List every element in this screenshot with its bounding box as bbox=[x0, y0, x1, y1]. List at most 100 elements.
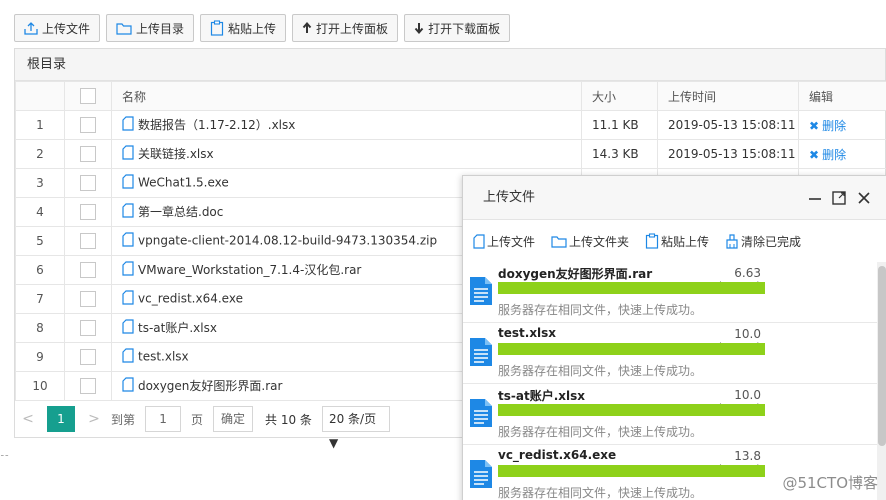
row-checkbox[interactable] bbox=[80, 204, 96, 220]
scrollbar-thumb[interactable] bbox=[878, 266, 886, 446]
file-icon bbox=[122, 145, 134, 163]
upload-list-scrollbar[interactable] bbox=[877, 262, 886, 500]
upload-directory-button[interactable]: 上传目录 bbox=[106, 14, 195, 42]
delete-link[interactable]: ✖ 删除 bbox=[809, 119, 846, 133]
row-name-cell[interactable]: 关联链接.xlsx bbox=[111, 139, 582, 169]
file-icon bbox=[122, 203, 134, 221]
row-checkbox[interactable] bbox=[80, 262, 96, 278]
header-name[interactable]: 名称 bbox=[111, 81, 582, 111]
upload-window-header[interactable]: 上传文件 bbox=[463, 176, 886, 220]
maximize-icon[interactable] bbox=[831, 190, 847, 206]
breadcrumb[interactable]: 根目录 bbox=[15, 49, 885, 81]
row-select[interactable] bbox=[64, 255, 112, 285]
folder-icon bbox=[551, 236, 567, 248]
paste-upload-button[interactable]: 粘贴上传 bbox=[200, 14, 287, 42]
upload-status-message: 服务器存在相同文件，快速上传成功。 bbox=[498, 486, 703, 500]
row-select[interactable] bbox=[64, 313, 112, 343]
arrow-up-icon bbox=[302, 22, 312, 33]
file-icon bbox=[122, 348, 134, 366]
row-select[interactable] bbox=[64, 371, 112, 401]
window-upload-folder-button[interactable]: 上传文件夹 bbox=[551, 233, 629, 250]
file-name[interactable]: 关联链接.xlsx bbox=[138, 147, 214, 161]
progress-fill bbox=[498, 404, 765, 416]
header-select-all[interactable] bbox=[64, 81, 112, 111]
next-page-button[interactable]: > bbox=[81, 411, 107, 427]
upload-item[interactable]: test.xlsx10.0 KB(100%)服务器存在相同文件，快速上传成功。 bbox=[463, 323, 886, 384]
header-edit: 编辑 bbox=[798, 81, 886, 111]
caret-down-icon: ▼ bbox=[328, 436, 339, 450]
page-size-value: 20 条/页 bbox=[328, 412, 377, 426]
progress-bar bbox=[498, 282, 765, 294]
goto-page-input[interactable]: 1 bbox=[145, 406, 182, 432]
row-select[interactable] bbox=[64, 342, 112, 372]
folder-icon bbox=[116, 23, 132, 35]
row-checkbox[interactable] bbox=[80, 291, 96, 307]
row-select[interactable] bbox=[64, 110, 112, 140]
open-upload-panel-button[interactable]: 打开上传面板 bbox=[292, 14, 399, 42]
upload-directory-label: 上传目录 bbox=[136, 21, 185, 36]
file-name[interactable]: vpngate-client-2014.08.12-build-9473.130… bbox=[138, 234, 437, 248]
upload-list: doxygen友好图形界面.rar6.63 MB(100%)服务器存在相同文件，… bbox=[463, 262, 886, 500]
file-name[interactable]: ts-at账户.xlsx bbox=[138, 321, 217, 335]
row-size: 11.1 KB bbox=[581, 110, 658, 140]
file-name[interactable]: VMware_Workstation_7.1.4-汉化包.rar bbox=[138, 263, 361, 277]
open-download-panel-button[interactable]: 打开下载面板 bbox=[404, 14, 511, 42]
row-select[interactable] bbox=[64, 168, 112, 198]
row-index: 3 bbox=[15, 168, 65, 198]
row-checkbox[interactable] bbox=[80, 175, 96, 191]
progress-fill bbox=[498, 282, 765, 294]
goto-label: 到第 bbox=[111, 412, 136, 427]
row-select[interactable] bbox=[64, 284, 112, 314]
file-icon bbox=[122, 319, 134, 337]
upload-file-button[interactable]: 上传文件 bbox=[14, 14, 101, 42]
window-upload-file-button[interactable]: 上传文件 bbox=[473, 233, 535, 250]
progress-fill bbox=[498, 465, 765, 477]
row-checkbox[interactable] bbox=[80, 349, 96, 365]
document-icon bbox=[470, 277, 492, 305]
row-name-cell[interactable]: 数据报告（1.17-2.12）.xlsx bbox=[111, 110, 582, 140]
window-paste-upload-button[interactable]: 粘贴上传 bbox=[645, 233, 709, 250]
row-select[interactable] bbox=[64, 197, 112, 227]
upload-status-message: 服务器存在相同文件，快速上传成功。 bbox=[498, 425, 703, 439]
upload-item[interactable]: doxygen友好图形界面.rar6.63 MB(100%)服务器存在相同文件，… bbox=[463, 262, 886, 323]
open-upload-panel-label: 打开上传面板 bbox=[316, 21, 389, 36]
table-row[interactable]: 2 关联链接.xlsx 14.3 KB 2019-05-13 15:08:11 ✖ 删除 bbox=[15, 139, 886, 169]
row-checkbox[interactable] bbox=[80, 117, 96, 133]
header-time[interactable]: 上传时间 bbox=[657, 81, 799, 111]
row-select[interactable] bbox=[64, 139, 112, 169]
row-select[interactable] bbox=[64, 226, 112, 256]
clear-completed-label: 清除已完成 bbox=[741, 234, 802, 249]
confirm-page-button[interactable]: 确定 bbox=[213, 406, 254, 432]
row-checkbox[interactable] bbox=[80, 320, 96, 336]
current-page-button[interactable]: 1 bbox=[47, 406, 75, 432]
file-name[interactable]: WeChat1.5.exe bbox=[138, 176, 229, 190]
watermark: @51CTO博客 bbox=[782, 474, 878, 492]
row-checkbox[interactable] bbox=[80, 146, 96, 162]
row-actions: ✖ 删除 bbox=[798, 139, 886, 169]
clear-completed-button[interactable]: 清除已完成 bbox=[725, 233, 801, 250]
upload-item[interactable]: ts-at账户.xlsx10.0 KB(100%)服务器存在相同文件，快速上传成… bbox=[463, 384, 886, 445]
page-label: 页 bbox=[191, 412, 204, 427]
file-name[interactable]: 数据报告（1.17-2.12）.xlsx bbox=[138, 118, 295, 132]
delete-link[interactable]: ✖ 删除 bbox=[809, 148, 846, 162]
file-name[interactable]: doxygen友好图形界面.rar bbox=[138, 379, 282, 393]
row-index: 1 bbox=[15, 110, 65, 140]
minimize-icon[interactable] bbox=[807, 190, 823, 206]
close-icon[interactable] bbox=[856, 190, 872, 206]
file-name[interactable]: 第一章总结.doc bbox=[138, 205, 223, 219]
table-row[interactable]: 1 数据报告（1.17-2.12）.xlsx 11.1 KB 2019-05-13 1… bbox=[15, 110, 886, 140]
clipboard-icon bbox=[645, 233, 659, 249]
clipboard-icon bbox=[210, 20, 224, 36]
file-name[interactable]: vc_redist.x64.exe bbox=[138, 292, 243, 306]
prev-page-button[interactable]: < bbox=[15, 411, 41, 427]
file-name[interactable]: test.xlsx bbox=[138, 350, 189, 364]
select-all-checkbox[interactable] bbox=[80, 88, 96, 104]
close-icon: ✖ bbox=[809, 118, 820, 133]
header-index bbox=[15, 81, 65, 111]
header-size[interactable]: 大小 bbox=[581, 81, 658, 111]
row-index: 2 bbox=[15, 139, 65, 169]
row-checkbox[interactable] bbox=[80, 378, 96, 394]
row-checkbox[interactable] bbox=[80, 233, 96, 249]
page-size-select[interactable]: 20 条/页 ▼ bbox=[321, 406, 390, 450]
file-icon bbox=[122, 232, 134, 250]
